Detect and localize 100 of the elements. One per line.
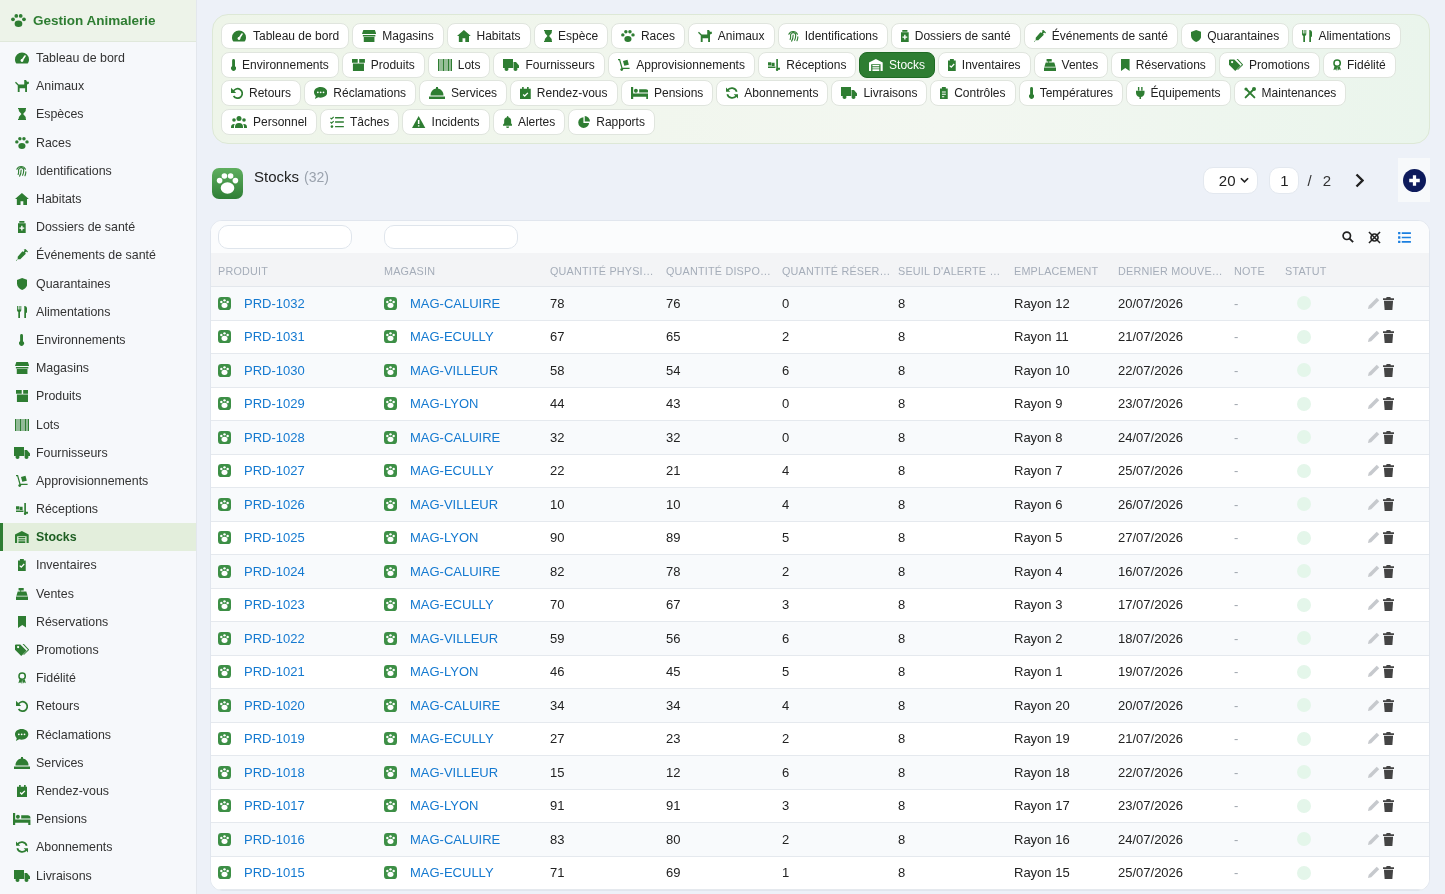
crossed-search-icon[interactable] xyxy=(1368,230,1381,244)
cell-link[interactable]: PRD-1021 xyxy=(244,664,305,680)
sidebar-item[interactable]: Réclamations xyxy=(0,720,196,749)
nav-tab[interactable]: Ventes xyxy=(1033,51,1109,78)
nav-tab[interactable]: Magasins xyxy=(352,23,444,49)
nav-tab[interactable]: Stocks xyxy=(859,51,936,78)
sidebar-item[interactable]: Races xyxy=(0,128,196,157)
nav-tab[interactable]: Tâches xyxy=(320,109,400,136)
sidebar-item[interactable]: Tableau de bord xyxy=(0,44,196,73)
nav-tab[interactable]: Approvisionnements xyxy=(607,51,755,78)
trash-icon[interactable] xyxy=(1383,598,1394,612)
nav-tab[interactable]: Contrôles xyxy=(930,80,1016,107)
sidebar-item[interactable]: Livraisons xyxy=(0,861,196,890)
trash-icon[interactable] xyxy=(1383,330,1394,344)
page-field[interactable]: 1 xyxy=(1269,166,1300,194)
cell-link[interactable]: MAG-VILLEUR xyxy=(410,764,499,780)
cell-link[interactable]: MAG-LYON xyxy=(410,798,479,814)
cell-link[interactable]: MAG-CALUIRE xyxy=(410,697,501,713)
page-size-select[interactable]: 20 xyxy=(1203,166,1259,194)
filter-field[interactable] xyxy=(384,225,518,250)
sidebar-item[interactable]: Réceptions xyxy=(0,495,196,524)
trash-icon[interactable] xyxy=(1383,665,1394,679)
trash-icon[interactable] xyxy=(1383,765,1394,779)
trash-icon[interactable] xyxy=(1383,866,1394,880)
nav-tab[interactable]: Services xyxy=(419,80,508,107)
cell-link[interactable]: MAG-ECULLY xyxy=(410,329,494,345)
trash-icon[interactable] xyxy=(1383,799,1394,813)
sidebar-item[interactable]: Réservations xyxy=(0,607,196,636)
trash-icon[interactable] xyxy=(1383,296,1394,310)
cell-link[interactable]: PRD-1025 xyxy=(244,530,305,546)
nav-tab[interactable]: Retours xyxy=(221,80,302,107)
cell-link[interactable]: PRD-1017 xyxy=(244,798,305,814)
nav-tab[interactable]: Pensions xyxy=(620,80,714,107)
nav-tab[interactable]: Inventaires xyxy=(938,51,1031,78)
nav-tab[interactable]: Quarantaines xyxy=(1180,23,1290,49)
cell-link[interactable]: PRD-1018 xyxy=(244,764,305,780)
nav-tab[interactable]: Tableau de bord xyxy=(221,23,350,49)
cell-link[interactable]: MAG-ECULLY xyxy=(410,731,494,747)
nav-tab[interactable]: Identifications xyxy=(777,23,888,49)
filter-field[interactable] xyxy=(218,225,352,250)
sidebar-item[interactable]: Lots xyxy=(0,410,196,439)
trash-icon[interactable] xyxy=(1383,397,1394,411)
nav-tab[interactable]: Températures xyxy=(1018,80,1124,107)
sidebar-item[interactable]: Dossiers de santé xyxy=(0,213,196,242)
sidebar-item[interactable]: Habitats xyxy=(0,184,196,214)
cell-link[interactable]: MAG-CALUIRE xyxy=(410,831,501,847)
nav-tab[interactable]: Promotions xyxy=(1218,51,1320,78)
nav-tab[interactable]: Événements de santé xyxy=(1023,23,1178,49)
sidebar-item[interactable]: Quarantaines xyxy=(0,269,196,298)
cell-link[interactable]: MAG-LYON xyxy=(410,396,479,412)
sidebar-item[interactable]: Environnements xyxy=(0,325,196,355)
cell-link[interactable]: PRD-1030 xyxy=(244,362,305,378)
sidebar-item[interactable]: Espèces xyxy=(0,100,196,129)
sidebar-item[interactable]: Identifications xyxy=(0,156,196,185)
nav-tab[interactable]: Fidélité xyxy=(1322,51,1396,78)
nav-tab[interactable]: Réclamations xyxy=(304,80,417,107)
sidebar-item[interactable]: Rendez-vous xyxy=(0,776,196,806)
sidebar-item[interactable]: Magasins xyxy=(0,354,196,383)
cell-link[interactable]: PRD-1024 xyxy=(244,563,305,579)
nav-tab[interactable]: Incidents xyxy=(402,109,490,136)
sidebar-item[interactable]: Fidélité xyxy=(0,664,196,693)
trash-icon[interactable] xyxy=(1383,564,1394,578)
cell-link[interactable]: MAG-VILLEUR xyxy=(410,362,499,378)
cell-link[interactable]: MAG-ECULLY xyxy=(410,463,494,479)
cell-link[interactable]: MAG-VILLEUR xyxy=(410,630,499,646)
cell-link[interactable]: MAG-LYON xyxy=(410,664,479,680)
cell-link[interactable]: PRD-1022 xyxy=(244,630,305,646)
nav-tab[interactable]: Équipements xyxy=(1126,80,1231,107)
cell-link[interactable]: MAG-CALUIRE xyxy=(410,429,501,445)
search-icon[interactable] xyxy=(1342,231,1354,244)
cell-link[interactable]: PRD-1032 xyxy=(244,295,305,311)
nav-tab[interactable]: Alimentations xyxy=(1292,23,1401,49)
sidebar-item[interactable]: Retours xyxy=(0,692,196,721)
cell-link[interactable]: PRD-1019 xyxy=(244,731,305,747)
sidebar-item[interactable]: Stocks xyxy=(0,523,196,552)
cell-link[interactable]: MAG-LYON xyxy=(410,530,479,546)
sidebar-item[interactable]: Alimentations xyxy=(0,297,196,326)
nav-tab[interactable]: Animaux xyxy=(687,23,775,49)
cell-link[interactable]: PRD-1016 xyxy=(244,831,305,847)
nav-tab[interactable]: Maintenances xyxy=(1233,80,1347,107)
trash-icon[interactable] xyxy=(1383,430,1394,444)
nav-tab[interactable]: Produits xyxy=(341,51,425,78)
sidebar-item[interactable]: Approvisionnements xyxy=(0,466,196,495)
nav-tab[interactable]: Réceptions xyxy=(757,51,857,78)
sidebar-item[interactable]: Pensions xyxy=(0,805,196,834)
add-button[interactable] xyxy=(1398,158,1430,203)
sidebar-item[interactable]: Ventes xyxy=(0,579,196,608)
cell-link[interactable]: PRD-1026 xyxy=(244,496,305,512)
trash-icon[interactable] xyxy=(1383,497,1394,511)
cell-link[interactable]: PRD-1028 xyxy=(244,429,305,445)
nav-tab[interactable]: Races xyxy=(611,23,685,49)
sidebar-item[interactable]: Inventaires xyxy=(0,551,196,580)
nav-tab[interactable]: Abonnements xyxy=(716,80,829,107)
nav-tab[interactable]: Réservations xyxy=(1111,51,1216,78)
cell-link[interactable]: PRD-1027 xyxy=(244,463,305,479)
trash-icon[interactable] xyxy=(1383,363,1394,377)
trash-icon[interactable] xyxy=(1383,732,1394,746)
sidebar-item[interactable]: Fournisseurs xyxy=(0,438,196,467)
sidebar-item[interactable]: Produits xyxy=(0,382,196,411)
trash-icon[interactable] xyxy=(1383,832,1394,846)
